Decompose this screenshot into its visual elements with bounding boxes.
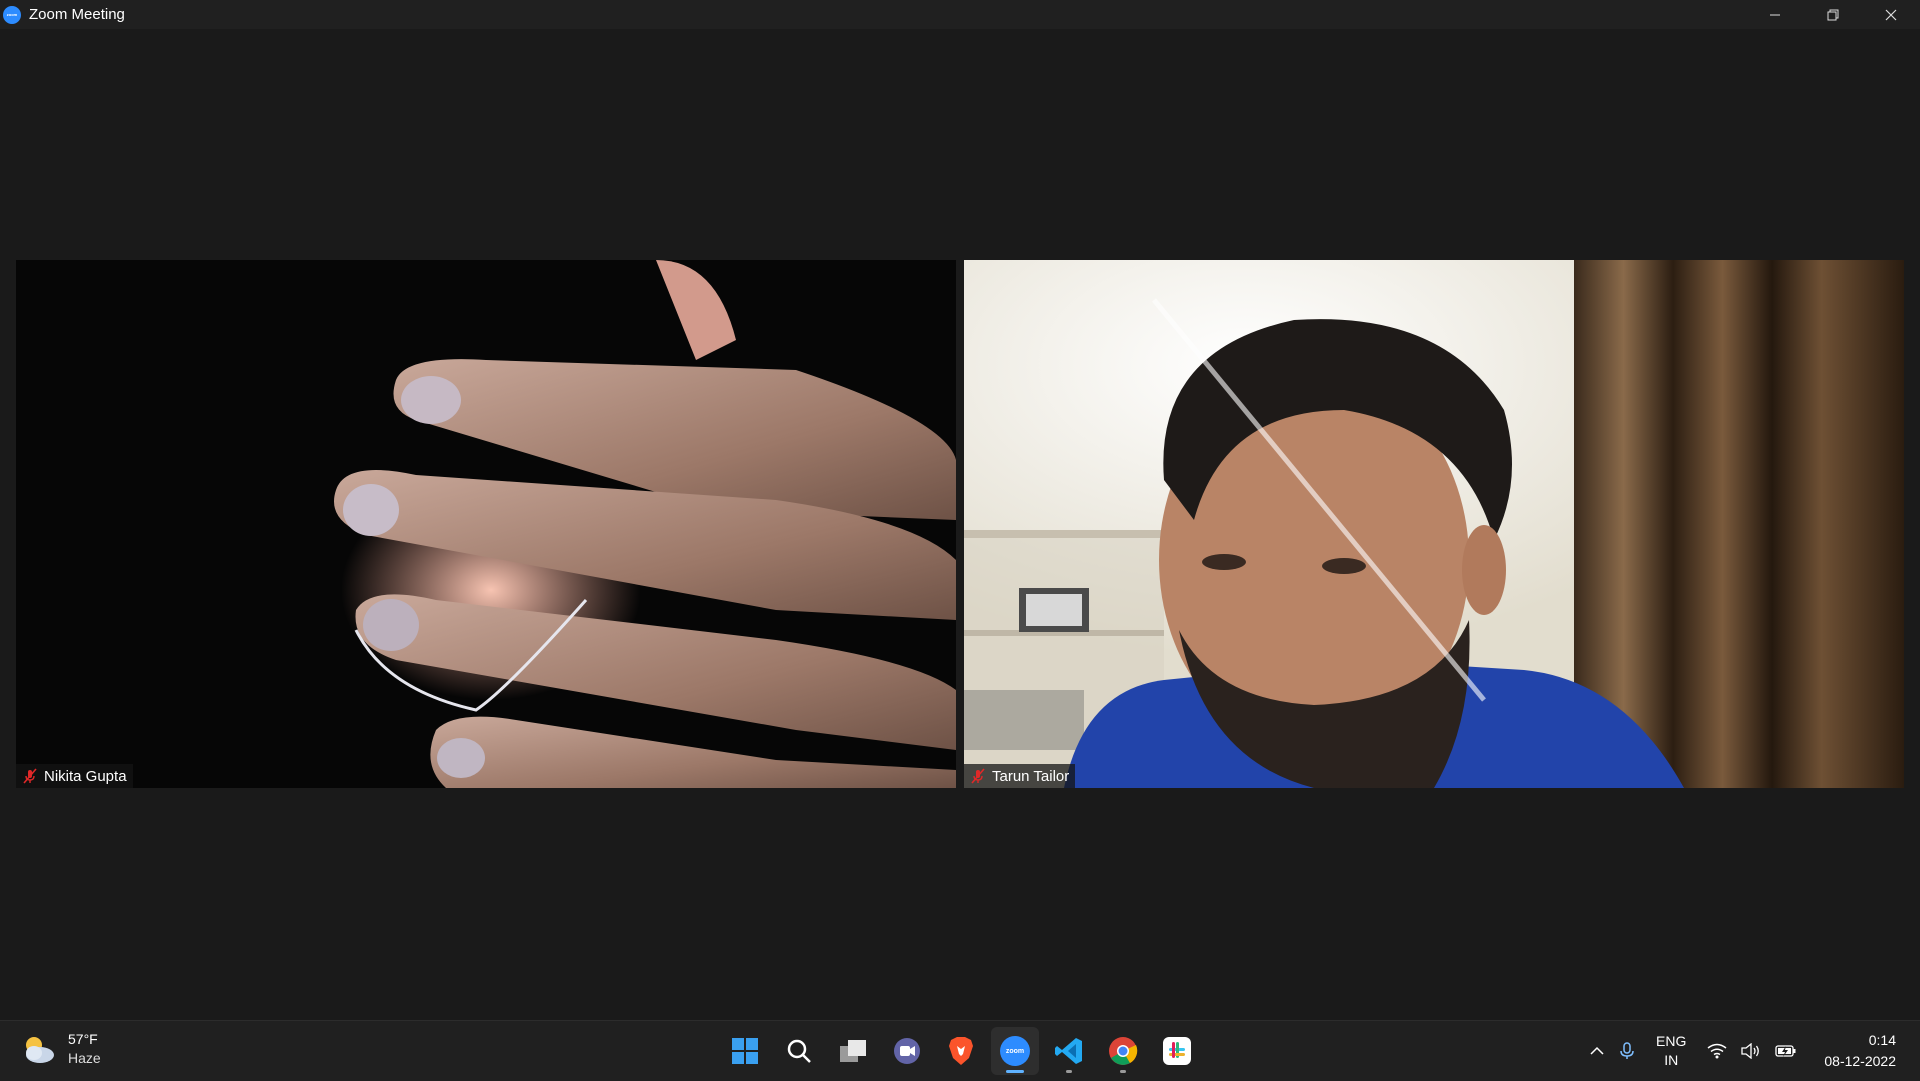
wifi-icon (1707, 1043, 1727, 1059)
restore-icon (1827, 9, 1839, 20)
participant-name-label: Tarun Tailor (964, 764, 1076, 788)
active-indicator (1006, 1070, 1024, 1073)
muted-mic-icon (23, 768, 37, 784)
participant-name: Tarun Tailor (992, 767, 1070, 785)
chrome-icon (1109, 1037, 1138, 1065)
search-button[interactable] (775, 1027, 823, 1075)
weather-temperature: 57°F (68, 1031, 98, 1047)
muted-mic-icon (971, 768, 985, 784)
restore-button[interactable] (1804, 0, 1862, 29)
input-language[interactable]: ENG IN (1656, 1032, 1686, 1070)
running-indicator (1120, 1070, 1126, 1073)
microphone-icon (1620, 1042, 1634, 1059)
brave-browser-button[interactable] (937, 1027, 985, 1075)
video-feed (964, 260, 1904, 788)
close-button[interactable] (1862, 0, 1920, 29)
clock-date: 08-12-2022 (1824, 1053, 1896, 1069)
language-region: IN (1664, 1052, 1679, 1068)
minimize-icon (1770, 14, 1780, 15)
slack-button[interactable] (1153, 1027, 1201, 1075)
microphone-status[interactable] (1619, 1042, 1635, 1060)
zoom-app-icon: zoom (3, 5, 21, 24)
window-controls (1746, 0, 1920, 29)
battery-status[interactable] (1775, 1044, 1797, 1058)
slack-icon (1163, 1037, 1191, 1065)
clock-time: 0:14 (1868, 1032, 1896, 1048)
zoom-app-button[interactable]: zoom (991, 1027, 1039, 1075)
speaker-icon (1741, 1043, 1760, 1059)
close-icon (1885, 9, 1897, 20)
weather-condition: Haze (68, 1050, 101, 1066)
language-code: ENG (1656, 1033, 1687, 1049)
meeting-stage: Nikita Gupta Tarun Tailor (0, 29, 1920, 1020)
taskbar-apps: zoom (718, 1027, 1204, 1075)
volume-status[interactable] (1741, 1043, 1761, 1059)
show-hidden-icons-button[interactable] (1589, 1043, 1605, 1059)
clock[interactable]: 0:14 08-12-2022 (1824, 1030, 1896, 1072)
video-tile-nikita-gupta[interactable]: Nikita Gupta (16, 260, 956, 788)
video-tile-tarun-tailor[interactable]: Tarun Tailor (964, 260, 1904, 788)
battery-charging-icon (1775, 1045, 1796, 1057)
network-status[interactable] (1707, 1043, 1727, 1059)
weather-widget[interactable]: 57°F Haze (18, 1029, 101, 1069)
vscode-button[interactable] (1045, 1027, 1093, 1075)
taskbar: 57°F Haze zoom ENG IN 0:14 08-12-2022 (0, 1020, 1920, 1081)
video-feed (16, 260, 956, 788)
video-chat-icon (894, 1038, 920, 1064)
participant-name-label: Nikita Gupta (16, 764, 133, 788)
chrome-button[interactable] (1099, 1027, 1147, 1075)
participant-name: Nikita Gupta (44, 767, 127, 785)
brave-icon (949, 1037, 973, 1065)
system-tray: ENG IN 0:14 08-12-2022 (1582, 1021, 1920, 1081)
title-bar: zoom Zoom Meeting (0, 0, 1920, 29)
chevron-up-icon (1590, 1046, 1604, 1055)
vscode-icon (1055, 1038, 1082, 1064)
search-icon (787, 1039, 811, 1063)
zoom-icon-label: zoom (1005, 1047, 1025, 1055)
window-title: Zoom Meeting (29, 6, 125, 23)
windows-start-icon (732, 1038, 758, 1064)
partly-cloudy-icon (26, 1037, 54, 1063)
task-view-button[interactable] (829, 1027, 877, 1075)
start-button[interactable] (721, 1027, 769, 1075)
minimize-button[interactable] (1746, 0, 1804, 29)
task-view-icon (840, 1040, 866, 1062)
running-indicator (1066, 1070, 1072, 1073)
chat-app-button[interactable] (883, 1027, 931, 1075)
